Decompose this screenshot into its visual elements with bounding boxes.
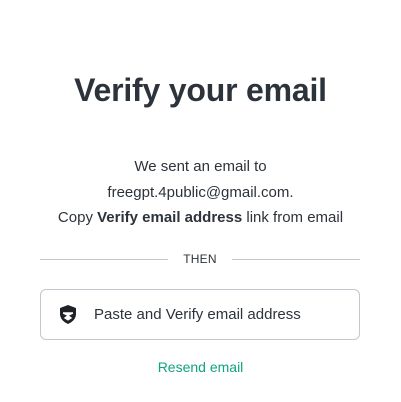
then-divider: THEN [40, 249, 360, 269]
divider-rule-right [231, 258, 360, 260]
shield-icon [58, 305, 78, 325]
message-line-instruction: Copy Verify email address link from emai… [0, 205, 401, 231]
instruction-prefix: Copy [57, 209, 98, 226]
divider-rule-left [40, 258, 169, 260]
paste-and-verify-label: Paste and Verify email address [94, 306, 301, 323]
instruction-link-name: Verify email address [97, 209, 243, 226]
message-line-sent: We sent an email to [134, 158, 267, 175]
divider-label: THEN [183, 252, 217, 266]
message-email-address: freegpt.4public@gmail.com. [107, 183, 294, 201]
verification-message: We sent an email to freegpt.4public@gmai… [0, 154, 401, 231]
paste-and-verify-button[interactable]: Paste and Verify email address [40, 289, 360, 340]
resend-email-link[interactable]: Resend email [0, 359, 401, 375]
page-title: Verify your email [74, 72, 327, 108]
instruction-suffix: link from email [242, 209, 344, 226]
